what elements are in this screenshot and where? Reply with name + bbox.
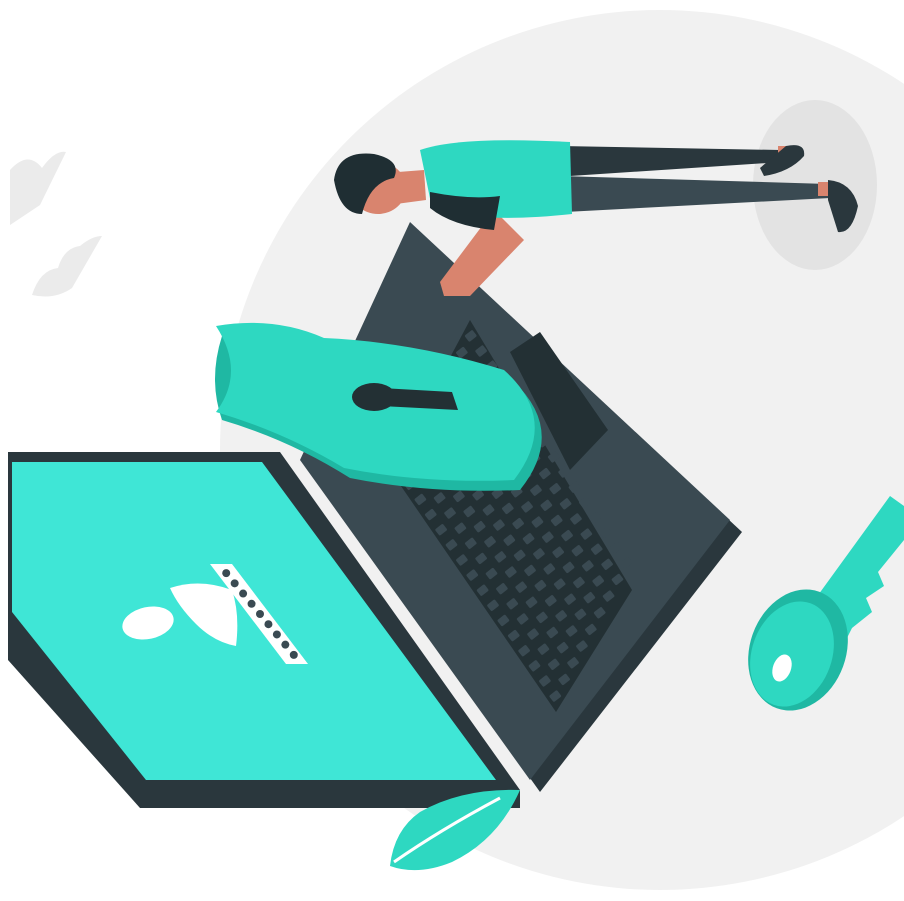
password-dot [239,589,248,598]
password-dot [230,579,239,588]
cloud-icon [10,151,102,297]
password-dot [247,599,256,608]
security-illustration [8,10,904,890]
password-dot [281,640,290,649]
password-dot [289,650,298,659]
password-dot [222,569,231,578]
password-dot [256,610,264,618]
password-dot [264,620,273,629]
password-dot [272,630,281,639]
